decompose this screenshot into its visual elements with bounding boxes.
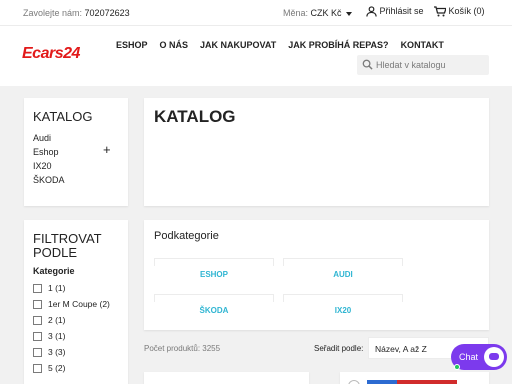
catalog-item-ix20[interactable]: IX20 xyxy=(33,161,52,171)
site-header: Ecars24 ESHOP O NÁS JAK NAKUPOVAT JAK PR… xyxy=(0,26,512,86)
catalog-item-skoda[interactable]: ŠKODA xyxy=(33,175,65,185)
sort-value[interactable]: Název, A až Z xyxy=(375,344,427,354)
chat-label[interactable]: Chat xyxy=(459,352,478,362)
subcategory-skoda[interactable]: ŠKODA xyxy=(154,294,274,315)
chevron-down-icon[interactable] xyxy=(346,11,353,16)
chat-widget-button[interactable]: Chat xyxy=(451,344,507,370)
cart-link[interactable]: Košík (0) xyxy=(434,6,485,17)
nav-item-about[interactable]: O NÁS xyxy=(160,40,189,50)
filter-checkbox[interactable] xyxy=(33,299,42,309)
filter-option[interactable]: 1 (1) xyxy=(33,282,65,294)
filter-option[interactable]: 5 (2) xyxy=(33,362,65,374)
nav-item-contact[interactable]: KONTAKT xyxy=(401,40,444,50)
nav-item-repas[interactable]: JAK PROBÍHÁ REPAS? xyxy=(288,40,388,50)
subcategory-name[interactable]: IX20 xyxy=(283,306,403,315)
filter-block: FILTROVAT PODLE Kategorie 1 (1) 1er M Co… xyxy=(24,220,128,384)
catalog-block: KATALOG Audi Eshop + IX20 ŠKODA xyxy=(24,98,128,206)
subcategory-eshop[interactable]: ESHOP xyxy=(154,258,274,279)
product-image[interactable] xyxy=(397,380,457,384)
subcategory-ix20[interactable]: IX20 xyxy=(283,294,403,315)
filter-checkbox[interactable] xyxy=(33,331,42,341)
search-placeholder[interactable]: Hledat v katalogu xyxy=(376,60,446,70)
logo-text[interactable]: Ecars24 xyxy=(22,45,80,62)
subcategory-image[interactable] xyxy=(154,258,274,266)
product-card[interactable] xyxy=(340,372,489,384)
category-header: KATALOG xyxy=(144,98,489,206)
filter-option-label[interactable]: 2 (1) xyxy=(48,315,65,325)
main-nav: ESHOP O NÁS JAK NAKUPOVAT JAK PROBÍHÁ RE… xyxy=(116,40,456,50)
page-title: KATALOG xyxy=(154,107,236,126)
phone-number[interactable]: 702072623 xyxy=(85,8,130,18)
filter-checkbox[interactable] xyxy=(33,347,42,357)
cart-icon xyxy=(434,6,446,17)
subcategory-name[interactable]: ŠKODA xyxy=(154,306,274,315)
top-bar: Zavolejte nám: 702072623 Měna: CZK Kč Př… xyxy=(0,0,512,26)
nav-item-how-to-buy[interactable]: JAK NAKUPOVAT xyxy=(200,40,276,50)
login-link[interactable]: Přihlásit se xyxy=(366,6,424,17)
filter-option[interactable]: 2 (1) xyxy=(33,314,65,326)
filter-option[interactable]: 3 (1) xyxy=(33,330,65,342)
subcategory-name[interactable]: ESHOP xyxy=(154,270,274,279)
subcategory-image[interactable] xyxy=(283,258,403,266)
search-input[interactable]: Hledat v katalogu xyxy=(357,55,489,75)
product-card[interactable] xyxy=(144,372,309,384)
filter-section-title: Kategorie xyxy=(33,266,75,276)
subcategories-title: Podkategorie xyxy=(154,230,219,242)
subcategory-image[interactable] xyxy=(283,294,403,302)
filter-option-label[interactable]: 1er M Coupe (2) xyxy=(48,299,110,309)
filter-option[interactable]: 3 (3) xyxy=(33,346,65,358)
product-image[interactable] xyxy=(367,380,397,384)
filter-option-label[interactable]: 5 (2) xyxy=(48,363,65,373)
filter-checkbox[interactable] xyxy=(33,363,42,373)
filter-title: FILTROVAT PODLE xyxy=(33,231,102,260)
filter-option-label[interactable]: 3 (1) xyxy=(48,331,65,341)
user-icon xyxy=(366,6,377,17)
filter-checkbox[interactable] xyxy=(33,283,42,293)
currency-selector[interactable]: Měna: CZK Kč xyxy=(283,8,353,18)
currency-label: Měna: xyxy=(283,8,309,18)
cart-label[interactable]: Košík (0) xyxy=(449,6,485,16)
subcategory-audi[interactable]: AUDI xyxy=(283,258,403,279)
subcategory-image[interactable] xyxy=(154,294,274,302)
catalog-title: KATALOG xyxy=(33,109,93,124)
wishlist-icon[interactable] xyxy=(348,380,360,384)
phone-label: Zavolejte nám: xyxy=(23,8,83,18)
subcategory-name[interactable]: AUDI xyxy=(283,270,403,279)
search-icon[interactable] xyxy=(362,59,373,70)
chat-bubble-icon[interactable] xyxy=(484,347,504,367)
filter-checkbox[interactable] xyxy=(33,315,42,325)
online-status-icon xyxy=(454,364,460,370)
subcategories-block: Podkategorie ESHOP AUDI ŠKODA IX20 xyxy=(144,220,489,330)
login-label[interactable]: Přihlásit se xyxy=(380,6,424,16)
sort-label: Seřadit podle: xyxy=(314,344,364,353)
currency-value[interactable]: CZK Kč xyxy=(311,8,342,18)
filter-option-label[interactable]: 1 (1) xyxy=(48,283,65,293)
catalog-item-eshop[interactable]: Eshop xyxy=(33,147,59,157)
expand-plus-icon[interactable]: + xyxy=(103,143,111,156)
filter-option-label[interactable]: 3 (3) xyxy=(48,347,65,357)
site-logo[interactable]: Ecars24 xyxy=(22,45,90,65)
filter-option[interactable]: 1er M Coupe (2) xyxy=(33,298,110,310)
nav-item-eshop[interactable]: ESHOP xyxy=(116,40,148,50)
catalog-item-audi[interactable]: Audi xyxy=(33,133,51,143)
product-count: Počet produktů: 3255 xyxy=(144,344,221,353)
contact-phone: Zavolejte nám: 702072623 xyxy=(23,8,130,18)
